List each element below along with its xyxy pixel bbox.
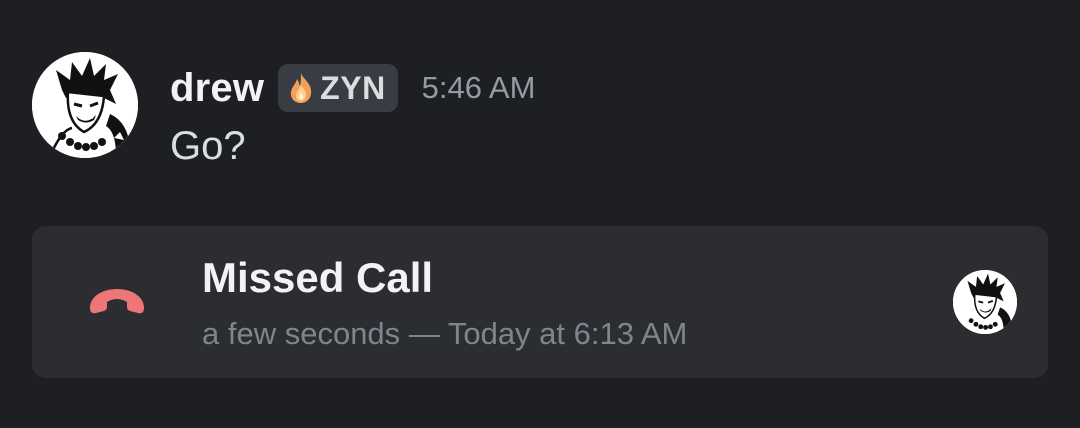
message-timestamp[interactable]: 5:46 AM [422, 70, 536, 106]
call-meta: a few seconds — Today at 6:13 AM [202, 316, 688, 351]
tag-label: ZYN [320, 69, 386, 106]
user-avatar[interactable] [32, 52, 138, 158]
flame-icon [291, 73, 312, 103]
avatar-illustration-icon [953, 270, 1017, 334]
message-content: Go? [170, 124, 246, 168]
call-title: Missed Call [202, 254, 434, 301]
call-participant-avatar[interactable] [953, 270, 1017, 334]
chat-message: drew ZYN 5:46 AM Go? [32, 52, 1048, 168]
avatar-illustration-icon [32, 52, 138, 158]
username[interactable]: drew [170, 66, 264, 111]
server-tag[interactable]: ZYN [278, 64, 398, 112]
phone-hangup-icon [90, 289, 144, 314]
message-header: drew ZYN 5:46 AM [170, 60, 535, 116]
missed-call-card[interactable]: Missed Call a few seconds — Today at 6:1… [32, 226, 1048, 378]
